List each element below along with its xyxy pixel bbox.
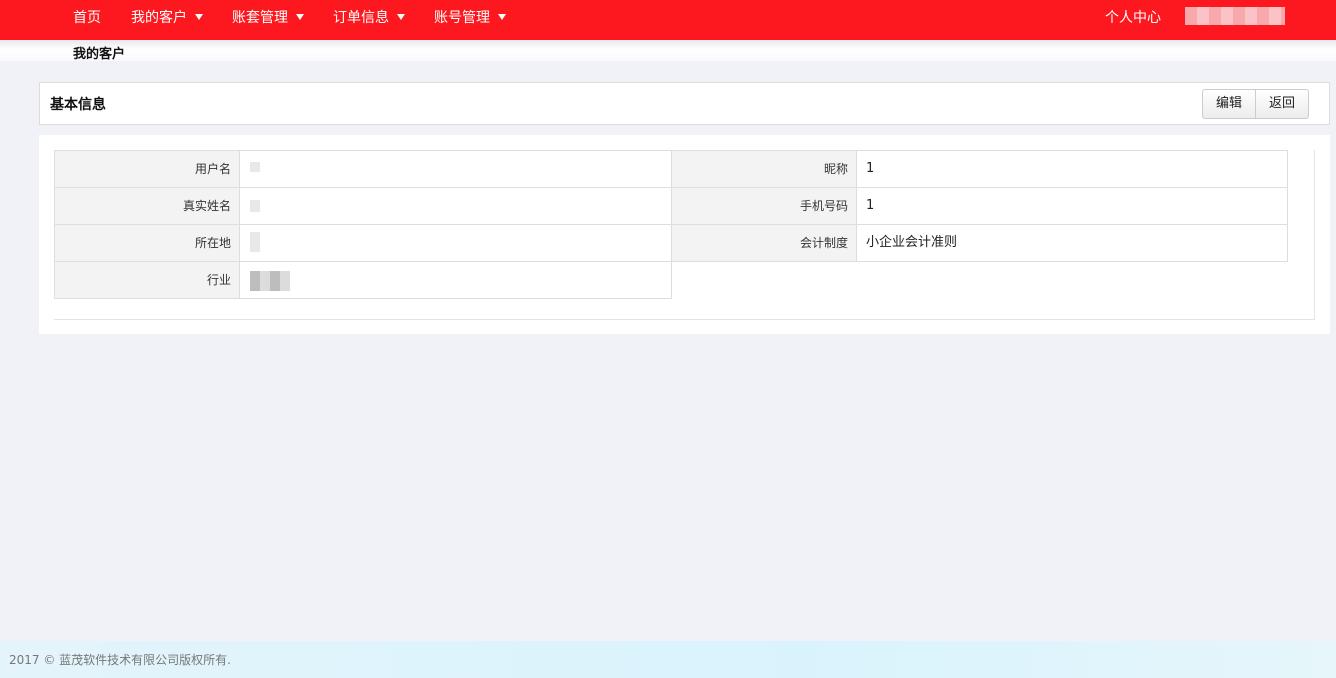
nav-order-info[interactable]: 订单信息 [333, 0, 405, 36]
copyright-text: 2017 © 蓝茂软件技术有限公司版权所有. [9, 653, 231, 667]
caret-down-icon [397, 14, 405, 20]
accounting-system-label: 会计制度 [671, 224, 857, 262]
industry-label: 行业 [54, 261, 240, 299]
nav-home[interactable]: 首页 [73, 0, 101, 36]
nav-ledger-management[interactable]: 账套管理 [232, 0, 304, 36]
top-navbar: 首页 我的客户 账套管理 订单信息 账号管理 个人中心 [0, 0, 1336, 40]
phone-value: 1 [856, 187, 1288, 225]
edit-button[interactable]: 编辑 [1203, 90, 1255, 118]
nav-my-customers-label: 我的客户 [131, 10, 187, 26]
phone-label: 手机号码 [671, 187, 857, 225]
location-label: 所在地 [54, 224, 240, 262]
nav-personal-center[interactable]: 个人中心 [1105, 0, 1161, 36]
redacted-mask [250, 271, 290, 291]
nav-account-management[interactable]: 账号管理 [434, 0, 506, 36]
panel-body: 用户名 昵称 1 真实姓名 手机号码 1 所在地 会计制度 小企业会计准则 行业 [39, 135, 1330, 334]
redacted-mask [250, 162, 260, 172]
nav-account-management-label: 账号管理 [434, 10, 490, 26]
accounting-system-value: 小企业会计准则 [856, 224, 1288, 262]
caret-down-icon [195, 14, 203, 20]
realname-value [239, 187, 672, 225]
redacted-mask [250, 200, 260, 212]
nav-ledger-management-label: 账套管理 [232, 10, 288, 26]
location-value [239, 224, 672, 262]
caret-down-icon [498, 14, 506, 20]
back-button[interactable]: 返回 [1255, 90, 1308, 118]
username-value [239, 150, 672, 188]
panel-actions: 编辑 返回 [1202, 89, 1309, 119]
industry-value [239, 261, 672, 299]
nav-my-customers[interactable]: 我的客户 [131, 0, 203, 36]
breadcrumb: 我的客户 [73, 47, 126, 62]
breadcrumb-bar [0, 40, 1336, 61]
redacted-mask [250, 232, 260, 252]
username-label: 用户名 [54, 150, 240, 188]
username-redacted[interactable] [1185, 7, 1285, 25]
nickname-value: 1 [856, 150, 1288, 188]
nickname-label: 昵称 [671, 150, 857, 188]
panel-title: 基本信息 [50, 97, 106, 113]
realname-label: 真实姓名 [54, 187, 240, 225]
panel-header: 基本信息 编辑 返回 [39, 82, 1330, 125]
nav-order-info-label: 订单信息 [333, 10, 389, 26]
caret-down-icon [296, 14, 304, 20]
footer: 2017 © 蓝茂软件技术有限公司版权所有. [0, 641, 1336, 678]
